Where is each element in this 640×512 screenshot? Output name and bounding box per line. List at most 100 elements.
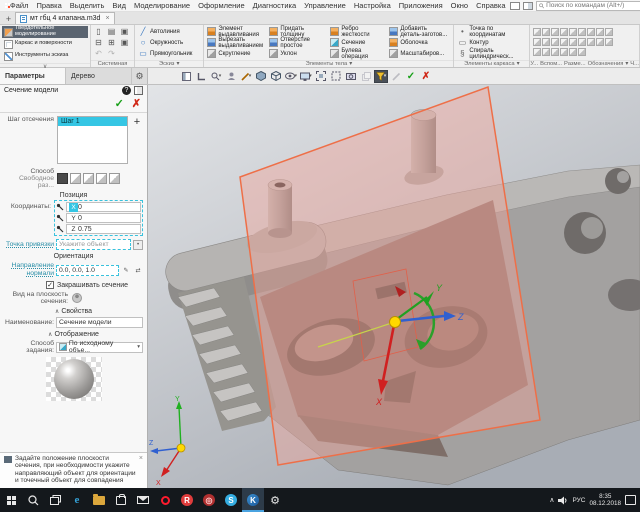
tool-icon[interactable] xyxy=(560,28,568,36)
ribbon-group-body-label[interactable]: Элементы тела▾ xyxy=(204,60,453,67)
redo-icon[interactable]: ↷ xyxy=(106,48,117,59)
print-icon[interactable]: ⊟ xyxy=(93,37,104,48)
tool-icon[interactable] xyxy=(569,38,577,46)
method-free-placement-button[interactable] xyxy=(57,173,68,184)
tree-view-icon[interactable] xyxy=(134,86,143,95)
tool-icon[interactable] xyxy=(578,48,586,56)
undo-icon[interactable]: ↶ xyxy=(93,48,104,59)
tool-icon[interactable] xyxy=(542,38,550,46)
darkred-app-button[interactable]: ◎ xyxy=(198,488,220,512)
hidden-icons-chevron[interactable]: ∧ xyxy=(549,496,554,504)
menu-modeling[interactable]: Моделирование xyxy=(130,0,194,11)
tool-icon[interactable] xyxy=(569,28,577,36)
new-document-icon[interactable]: ▯ xyxy=(93,26,104,37)
help-icon[interactable]: ? xyxy=(122,86,131,95)
tool-icon[interactable] xyxy=(605,38,613,46)
menu-view[interactable]: Вид xyxy=(108,0,130,11)
rib-button[interactable]: Ребро жесткости xyxy=(329,26,387,37)
contour-button[interactable]: ▭Контур xyxy=(456,37,527,48)
search-input[interactable] xyxy=(546,2,640,9)
zoom-menu-button[interactable]: ▾ xyxy=(209,70,223,83)
menu-layout[interactable]: Оформление xyxy=(194,0,249,11)
properties-header[interactable]: ∧Свойства xyxy=(0,306,147,316)
tool-icon[interactable] xyxy=(542,28,550,36)
start-button[interactable] xyxy=(0,488,22,512)
ribbon-group-system-label[interactable]: Системная xyxy=(91,60,134,67)
rectangle-button[interactable]: ▭Прямоугольник xyxy=(137,48,201,59)
store-button[interactable] xyxy=(110,488,132,512)
confirm-button[interactable]: ✓ xyxy=(115,97,124,110)
tool-icon[interactable] xyxy=(560,48,568,56)
name-field[interactable]: Сечение модели xyxy=(56,317,143,328)
tab-tree[interactable]: Дерево xyxy=(66,68,132,84)
open-document-icon[interactable]: ▤ xyxy=(106,26,117,37)
anchor-point-field[interactable]: Укажите объект xyxy=(56,239,131,250)
tool-icon[interactable] xyxy=(596,38,604,46)
thicken-button[interactable]: Придать толщину xyxy=(268,26,328,37)
add-part-stock-button[interactable]: Добавить деталь-заготов... xyxy=(388,26,451,37)
local-cs-button[interactable] xyxy=(194,70,208,83)
method-option-button[interactable] xyxy=(109,173,120,184)
kompas-app-button[interactable]: K xyxy=(242,488,264,512)
new-tab-button[interactable]: + xyxy=(2,14,15,24)
orientation-button[interactable] xyxy=(224,70,238,83)
menu-management[interactable]: Управление xyxy=(300,0,350,11)
spiral-button[interactable]: §Спираль цилиндрическ... xyxy=(456,48,527,59)
menu-select[interactable]: Выделить xyxy=(66,0,109,11)
fill-section-checkbox[interactable]: ✓ xyxy=(46,281,54,289)
ribbon-group-frame-label[interactable]: Элементы каркаса▾ xyxy=(454,60,529,67)
tool-icon[interactable] xyxy=(587,38,595,46)
pin-icon[interactable] xyxy=(56,214,64,222)
extrude-button[interactable]: Элемент выдавливания xyxy=(206,26,267,37)
ribbon-group-misc-labels[interactable]: У...Вспом...Разме...Обозначения▾Ч... xyxy=(530,60,639,67)
tab-close-icon[interactable]: × xyxy=(105,15,109,22)
tool-icon[interactable] xyxy=(551,48,559,56)
save-document-icon[interactable]: ▣ xyxy=(119,26,130,37)
command-search[interactable] xyxy=(536,1,640,11)
save-as-icon[interactable]: ▣ xyxy=(119,37,130,48)
taskbar-clock[interactable]: 8:35 08.12.2018 xyxy=(589,493,621,508)
edge-browser-button[interactable]: e xyxy=(66,488,88,512)
gizmo-origin[interactable] xyxy=(390,317,401,328)
cancel-button[interactable]: ✗ xyxy=(132,97,141,110)
sketch-mode-button[interactable]: ▾ xyxy=(239,70,253,83)
coord-z-value[interactable]: 0.75 xyxy=(78,226,92,233)
mode-solid-modeling-button[interactable]: Твердотельное моделирование xyxy=(2,26,88,38)
method-option-button[interactable] xyxy=(96,173,107,184)
tool-icon[interactable] xyxy=(578,28,586,36)
shell-button[interactable]: Оболочка xyxy=(388,37,451,48)
normal-edit-icon[interactable]: ✎ xyxy=(121,265,131,275)
screenshot-button[interactable] xyxy=(344,70,358,83)
ribbon-group-sketch-label[interactable]: Эскиз▾ xyxy=(135,60,203,67)
tool-icon[interactable] xyxy=(596,28,604,36)
draft-button[interactable]: Уклон xyxy=(268,48,328,59)
menu-help[interactable]: Справка xyxy=(472,0,509,11)
mode-sketch-tools-button[interactable]: Инструменты эскиза xyxy=(2,50,88,62)
language-indicator[interactable]: РУС xyxy=(572,497,585,504)
method-option-button[interactable] xyxy=(83,173,94,184)
panel-settings-gear-icon[interactable]: ⚙ xyxy=(132,68,147,84)
layout-single-icon[interactable] xyxy=(510,2,520,10)
point-by-coords-button[interactable]: •Точка по координатам xyxy=(456,26,527,37)
anchor-pick-button[interactable]: • xyxy=(133,240,143,250)
menu-settings[interactable]: Настройка xyxy=(350,0,395,11)
action-center-icon[interactable] xyxy=(625,495,636,505)
tool-icon[interactable] xyxy=(578,38,586,46)
cut-extrude-button[interactable]: Вырезать выдавливанием xyxy=(206,37,267,48)
tool-icon[interactable] xyxy=(542,48,550,56)
menu-file[interactable]: Файл xyxy=(6,0,32,11)
mode-wireframe-surfaces-button[interactable]: Каркас и поверхности xyxy=(2,38,88,50)
taskbar-search-button[interactable] xyxy=(22,488,44,512)
tool-icon[interactable] xyxy=(551,28,559,36)
shaded-display-button[interactable] xyxy=(254,70,268,83)
simple-hole-button[interactable]: Отверстие простое xyxy=(268,37,328,48)
appearance-menu-button[interactable]: ▾ xyxy=(299,70,313,83)
boolean-button[interactable]: Булева операция xyxy=(329,48,387,59)
normal-direction-link[interactable]: Направление нормали xyxy=(4,262,54,278)
display-header[interactable]: ∧Отображение xyxy=(0,329,147,339)
tab-parameters[interactable]: Параметры xyxy=(0,68,66,84)
tool-icon[interactable] xyxy=(587,28,595,36)
display-method-dropdown[interactable]: По исходному объе... ▾ xyxy=(56,342,143,353)
zoom-area-button[interactable] xyxy=(329,70,343,83)
document-tab[interactable]: мт гбц 4 клапана.m3d × xyxy=(15,12,115,24)
